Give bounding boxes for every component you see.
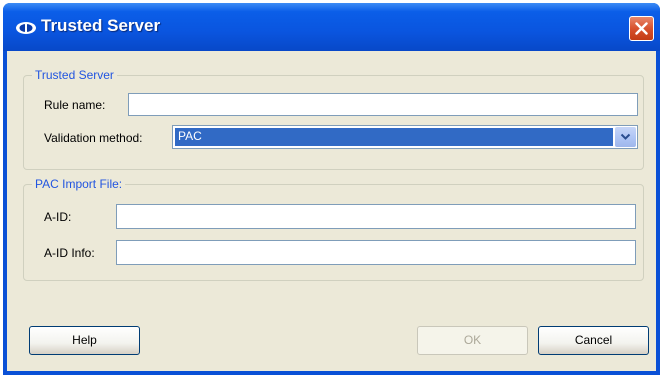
rule-name-input[interactable]: [128, 93, 638, 116]
close-button[interactable]: [629, 16, 654, 41]
validation-method-select[interactable]: PAC: [172, 125, 638, 149]
trusted-server-dialog: Trusted Server Trusted Server Rule name:…: [3, 3, 660, 375]
app-logo-icon: [16, 22, 36, 34]
pac-import-legend: PAC Import File:: [32, 177, 126, 191]
dropdown-button[interactable]: [615, 127, 636, 147]
dialog-body: Trusted Server Rule name: Validation met…: [7, 51, 656, 371]
ok-button[interactable]: OK: [417, 326, 528, 355]
help-button[interactable]: Help: [29, 326, 140, 355]
rule-name-label: Rule name:: [44, 98, 106, 112]
close-icon: [635, 22, 648, 35]
validation-method-label: Validation method:: [44, 131, 143, 145]
aid-label: A-ID:: [44, 210, 72, 224]
validation-method-value: PAC: [175, 128, 613, 146]
pac-import-group: PAC Import File: A-ID: A-ID Info:: [23, 177, 644, 281]
trusted-server-group: Trusted Server Rule name: Validation met…: [23, 68, 644, 170]
chevron-down-icon: [620, 133, 631, 140]
aid-info-input[interactable]: [116, 240, 636, 265]
window-title: Trusted Server: [41, 16, 161, 35]
trusted-server-legend: Trusted Server: [32, 68, 117, 82]
title-bar[interactable]: Trusted Server: [3, 3, 660, 51]
cancel-button[interactable]: Cancel: [538, 326, 649, 355]
aid-info-label: A-ID Info:: [44, 246, 95, 260]
aid-input[interactable]: [116, 204, 636, 229]
